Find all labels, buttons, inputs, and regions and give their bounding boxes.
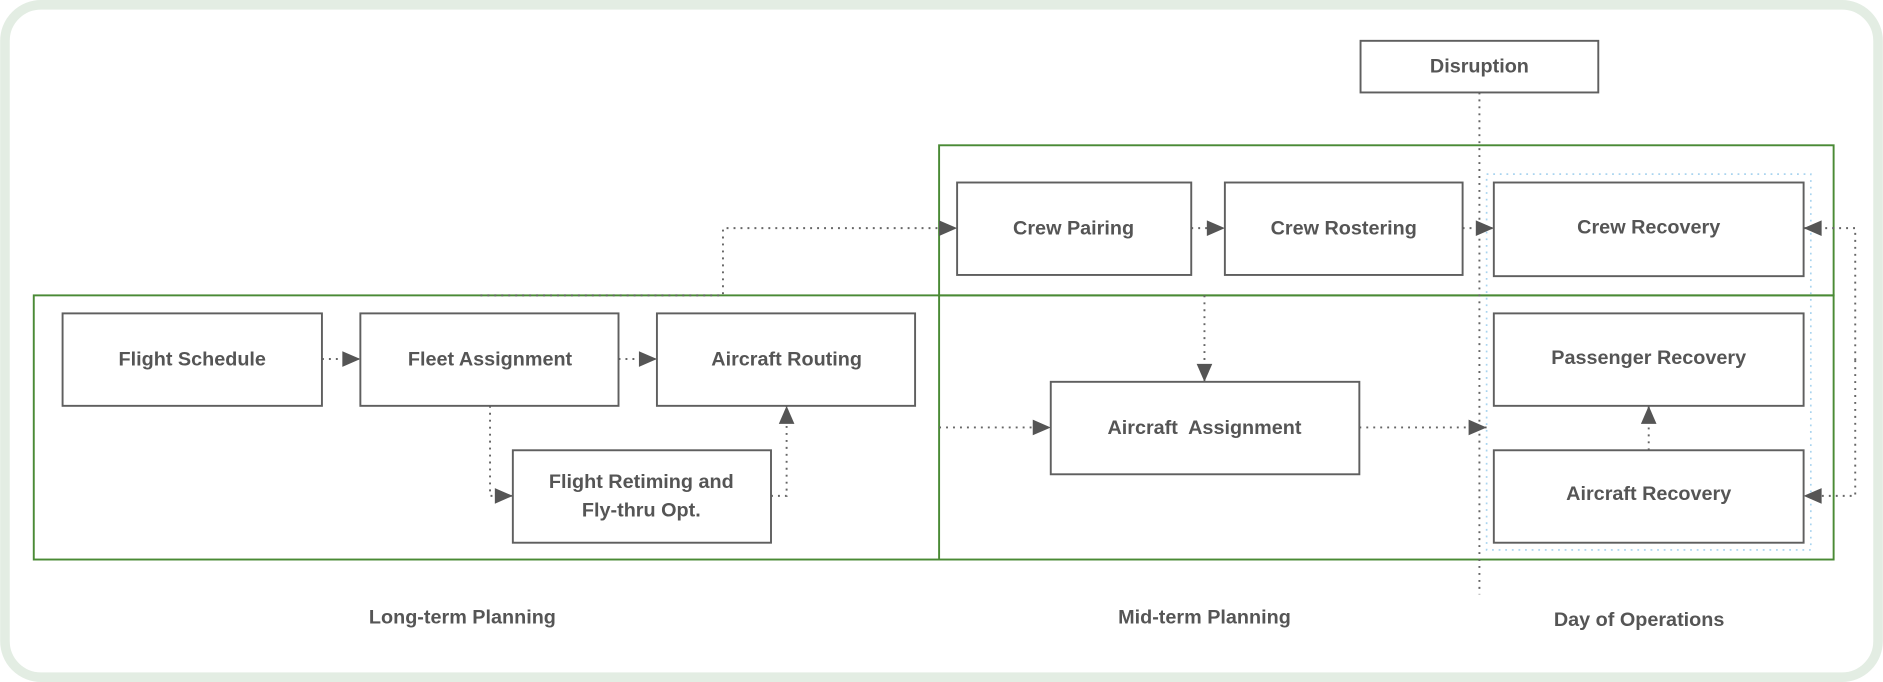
node-disruption[interactable]: Disruption	[1359, 39, 1600, 94]
node-aircraft-routing[interactable]: Aircraft Routing	[655, 312, 917, 407]
node-crew-recovery[interactable]: Crew Recovery	[1492, 181, 1805, 278]
airline-planning-diagram: Disruption Crew Pairing Crew Rostering C…	[0, 0, 1883, 682]
node-passenger-recovery[interactable]: Passenger Recovery	[1492, 312, 1805, 407]
node-label: Aircraft Assignment	[1107, 417, 1301, 439]
node-label: Disruption	[1430, 55, 1529, 77]
node-label: Crew Pairing	[1013, 218, 1134, 240]
node-label: Flight Schedule	[119, 348, 266, 370]
phase-label-long-term: Long-term Planning	[369, 607, 556, 629]
node-label: Aircraft Routing	[711, 348, 862, 370]
node-label-line1: Flight Retiming and	[549, 471, 734, 493]
node-label: Fleet Assignment	[408, 348, 573, 370]
node-flight-retiming[interactable]: Flight Retiming and Fly-thru Opt.	[511, 449, 772, 544]
node-label: Aircraft Recovery	[1566, 483, 1731, 505]
node-aircraft-recovery[interactable]: Aircraft Recovery	[1492, 449, 1805, 544]
node-label: Passenger Recovery	[1551, 347, 1746, 369]
node-crew-pairing[interactable]: Crew Pairing	[956, 181, 1193, 276]
phase-label-day-of-operations: Day of Operations	[1554, 609, 1725, 631]
node-aircraft-assignment[interactable]: Aircraft Assignment	[1049, 380, 1361, 476]
phase-label-mid-term: Mid-term Planning	[1118, 607, 1291, 629]
node-fleet-assignment[interactable]: Fleet Assignment	[359, 312, 620, 407]
node-label: Crew Recovery	[1577, 216, 1720, 238]
node-flight-schedule[interactable]: Flight Schedule	[61, 312, 323, 407]
node-label-line2: Fly-thru Opt.	[582, 500, 701, 522]
node-label: Crew Rostering	[1271, 218, 1417, 240]
node-crew-rostering[interactable]: Crew Rostering	[1223, 181, 1464, 276]
